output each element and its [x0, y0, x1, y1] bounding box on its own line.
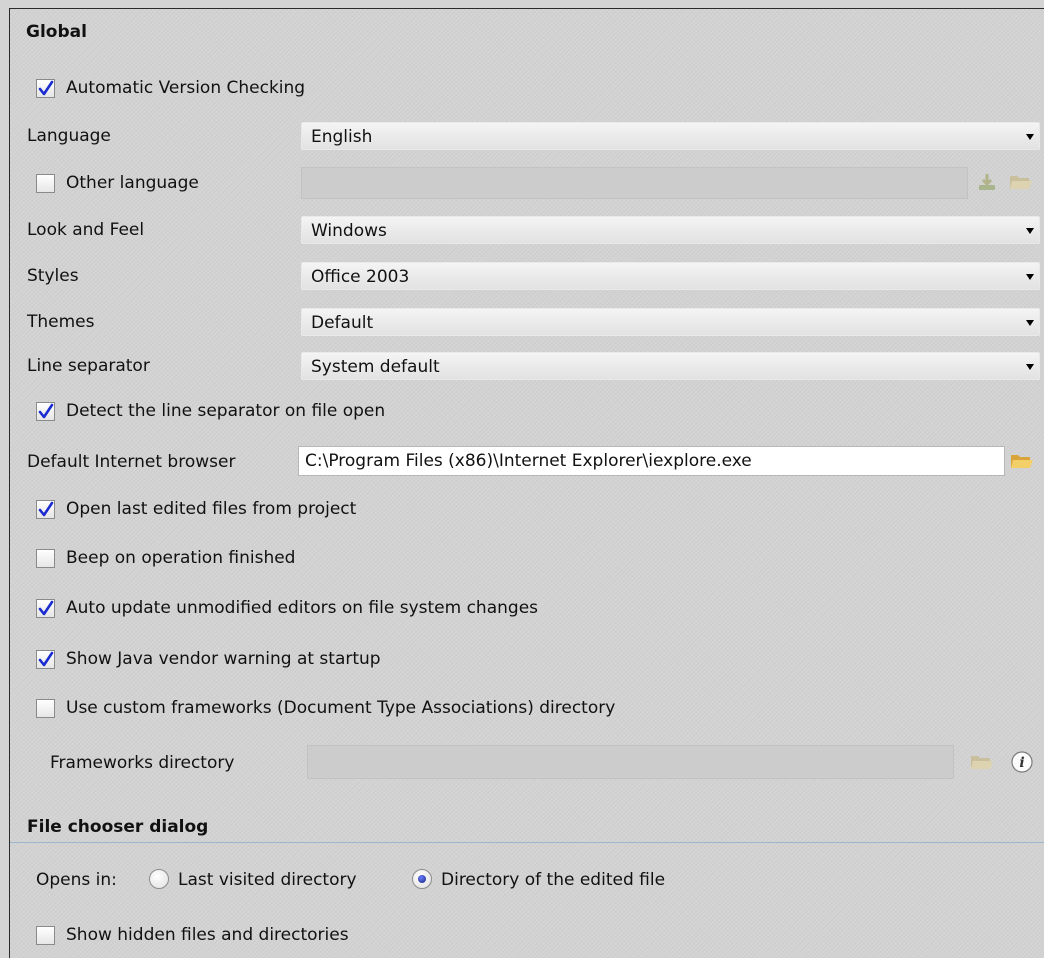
frameworks-directory-label: Frameworks directory: [50, 753, 235, 773]
styles-label: Styles: [27, 266, 79, 286]
auto-update-label: Auto update unmodified editors on file s…: [66, 598, 539, 618]
java-vendor-checkbox[interactable]: [36, 650, 55, 669]
folder-icon[interactable]: [1010, 452, 1034, 475]
other-language-field[interactable]: [301, 167, 968, 199]
open-last-edited-label: Open last edited files from project: [66, 499, 357, 519]
look-and-feel-label: Look and Feel: [27, 220, 145, 240]
look-and-feel-value: Windows: [311, 221, 387, 241]
info-icon[interactable]: i: [1010, 750, 1034, 779]
browser-label: Default Internet browser: [27, 452, 236, 472]
custom-frameworks-checkbox[interactable]: [36, 699, 55, 718]
section-divider: [10, 842, 1044, 843]
browser-path-field[interactable]: C:\Program Files (x86)\Internet Explorer…: [298, 446, 1005, 476]
themes-value: Default: [311, 313, 374, 333]
section-heading-file-chooser: File chooser dialog: [27, 817, 209, 837]
line-separator-label: Line separator: [27, 356, 150, 376]
section-heading-global: Global: [26, 22, 87, 42]
detect-separator-label: Detect the line separator on file open: [66, 401, 386, 421]
themes-label: Themes: [27, 312, 95, 332]
custom-frameworks-label: Use custom frameworks (Document Type Ass…: [66, 698, 616, 718]
look-and-feel-combo[interactable]: Windows: [301, 216, 1040, 244]
radio-edited-file-directory-label: Directory of the edited file: [441, 870, 666, 890]
other-language-label: Other language: [66, 173, 199, 193]
chevron-down-icon: [1026, 228, 1034, 234]
java-vendor-label: Show Java vendor warning at startup: [66, 649, 381, 669]
language-combo[interactable]: English: [301, 122, 1040, 150]
frameworks-directory-field[interactable]: [307, 745, 954, 779]
auto-update-checkbox[interactable]: [36, 599, 55, 618]
opens-in-label: Opens in:: [36, 870, 117, 890]
line-separator-combo[interactable]: System default: [301, 352, 1040, 380]
themes-combo[interactable]: Default: [301, 308, 1040, 336]
radio-last-visited[interactable]: [149, 869, 169, 889]
chevron-down-icon: [1026, 274, 1034, 280]
folder-icon[interactable]: [1009, 173, 1033, 196]
radio-selected-dot: [418, 875, 426, 883]
styles-combo[interactable]: Office 2003: [301, 262, 1040, 290]
language-value: English: [311, 127, 373, 147]
beep-label: Beep on operation finished: [66, 548, 296, 568]
detect-separator-checkbox[interactable]: [36, 402, 55, 421]
language-label: Language: [27, 126, 111, 146]
hidden-files-label: Show hidden files and directories: [66, 925, 349, 945]
auto-version-checkbox[interactable]: [36, 79, 55, 98]
line-separator-value: System default: [311, 357, 440, 377]
folder-icon[interactable]: [970, 753, 994, 776]
hidden-files-checkbox[interactable]: [36, 926, 55, 945]
chevron-down-icon: [1026, 134, 1034, 140]
chevron-down-icon: [1026, 364, 1034, 370]
radio-edited-file-directory[interactable]: [412, 869, 432, 889]
chevron-down-icon: [1026, 320, 1034, 326]
open-last-edited-checkbox[interactable]: [36, 500, 55, 519]
radio-last-visited-label: Last visited directory: [178, 870, 357, 890]
beep-checkbox[interactable]: [36, 549, 55, 568]
auto-version-label: Automatic Version Checking: [66, 78, 306, 98]
svg-text:i: i: [1019, 755, 1024, 771]
download-icon[interactable]: [977, 172, 997, 197]
styles-value: Office 2003: [311, 267, 410, 287]
other-language-checkbox[interactable]: [36, 174, 55, 193]
browser-path-value: C:\Program Files (x86)\Internet Explorer…: [305, 451, 752, 471]
